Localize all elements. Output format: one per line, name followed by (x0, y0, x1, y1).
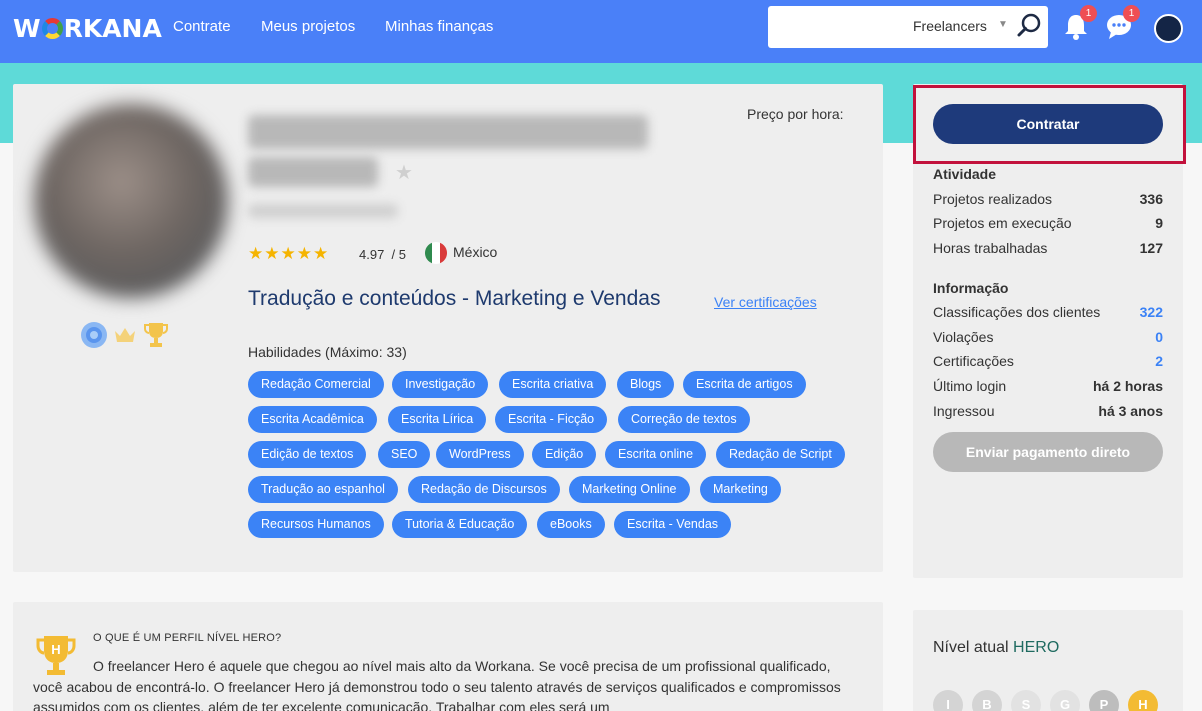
country-label: México (453, 244, 498, 260)
hero-question: O QUE É UM PERFIL NÍVEL HERO? (93, 632, 282, 644)
skill-chip[interactable]: Escrita criativa (499, 371, 607, 398)
top-navbar: W RKANA Contrate Meus projetos Minhas fin… (0, 0, 1202, 63)
skill-chip[interactable]: Escrita de artigos (683, 371, 806, 398)
stat-value: 127 (1139, 240, 1163, 256)
star-favorite-icon[interactable]: ★ (395, 160, 413, 185)
skills-title: Habilidades (Máximo: 33) (248, 344, 407, 360)
skill-chip[interactable]: Blogs (617, 371, 675, 398)
skill-chip[interactable]: Investigação (392, 371, 489, 398)
stat-value: 336 (1139, 191, 1163, 207)
skill-chip[interactable]: Tutoria & Educação (392, 511, 528, 538)
blurred-name-2 (248, 157, 378, 187)
hourly-price-label: Preço por hora: (747, 106, 844, 122)
hero-description: O freelancer Hero é aquele que chegou ao… (33, 658, 841, 711)
skill-chip[interactable]: Escrita Acadêmica (248, 406, 377, 433)
view-certifications-link[interactable]: Ver certificações (714, 294, 817, 310)
stat-label: Projetos em execução (933, 215, 1072, 231)
skill-chip[interactable]: eBooks (537, 511, 605, 538)
search-icon[interactable] (1016, 13, 1042, 39)
violations-link[interactable]: 0 (1155, 329, 1163, 345)
skill-chip[interactable]: Edição (532, 441, 597, 468)
stat-value: há 3 anos (1098, 403, 1163, 419)
profile-headline: Tradução e conteúdos - Marketing e Venda… (248, 287, 661, 310)
nav-meus-projetos[interactable]: Meus projetos (261, 18, 355, 35)
stat-label: Projetos realizados (933, 191, 1053, 207)
skill-chip[interactable]: Escrita - Ficção (495, 406, 608, 433)
skill-chip[interactable]: Recursos Humanos (248, 511, 384, 538)
skill-chip[interactable]: Escrita - Vendas (614, 511, 732, 538)
blurred-subtitle (248, 204, 398, 218)
stat-label: Último login (933, 378, 1007, 394)
stat-value: há 2 horas (1092, 378, 1163, 394)
mexico-flag-icon (425, 242, 447, 264)
user-avatar[interactable] (1154, 14, 1183, 43)
skill-chip[interactable]: Correção de textos (618, 406, 750, 433)
blurred-name (248, 115, 648, 149)
skill-chip[interactable]: Edição de textos (248, 441, 367, 468)
skill-chip[interactable]: Marketing (700, 476, 781, 503)
skill-chip[interactable]: Marketing Online (569, 476, 690, 503)
skill-chip[interactable]: SEO (378, 441, 431, 468)
stat-label: Classificações dos clientes (933, 304, 1101, 320)
profile-picture-blurred (34, 104, 228, 298)
activity-title: Atividade (933, 166, 997, 182)
skill-chip[interactable]: WordPress (436, 441, 524, 468)
stat-value: 9 (1155, 215, 1163, 231)
stat-label: Ingressou (933, 403, 995, 419)
trophy-icon (144, 323, 168, 347)
skill-chip[interactable]: Redação de Discursos (408, 476, 560, 503)
search-type-select[interactable]: Freelancers (913, 18, 987, 34)
skill-chip[interactable]: Redação de Script (716, 441, 845, 468)
rating-value: 4.97 / 5 (359, 247, 407, 262)
client-ratings-link[interactable]: 322 (1140, 304, 1163, 320)
rating-stars: ★★★★★ (248, 244, 330, 263)
stat-label: Violações (933, 329, 994, 345)
nav-minhas-financas[interactable]: Minhas finanças (385, 18, 493, 35)
nav-contrate[interactable]: Contrate (173, 18, 231, 35)
logo-o-ring (41, 18, 63, 39)
hire-button-highlight (913, 85, 1186, 164)
verified-badge-icon (81, 322, 107, 348)
skill-chip[interactable]: Tradução ao espanhol (248, 476, 398, 503)
workana-logo[interactable]: W RKANA (13, 14, 162, 43)
skill-chip[interactable]: Escrita online (605, 441, 707, 468)
svg-text:H: H (51, 642, 60, 657)
skill-chip[interactable]: Redação Comercial (248, 371, 384, 398)
info-title: Informação (933, 280, 1009, 296)
stat-label: Horas trabalhadas (933, 240, 1048, 256)
crown-icon (115, 328, 135, 342)
stat-label: Certificações (933, 353, 1014, 369)
messages-badge: 1 (1123, 5, 1140, 22)
notifications-badge: 1 (1080, 5, 1097, 22)
direct-payment-button[interactable]: Enviar pagamento direto (933, 432, 1163, 472)
chevron-down-icon[interactable]: ▼ (998, 19, 1008, 30)
current-level: Nível atual HERO (933, 639, 1060, 656)
certifications-link[interactable]: 2 (1155, 353, 1163, 369)
skill-chip[interactable]: Escrita Lírica (388, 406, 487, 433)
search-box[interactable]: Freelancers ▼ (768, 6, 1048, 48)
